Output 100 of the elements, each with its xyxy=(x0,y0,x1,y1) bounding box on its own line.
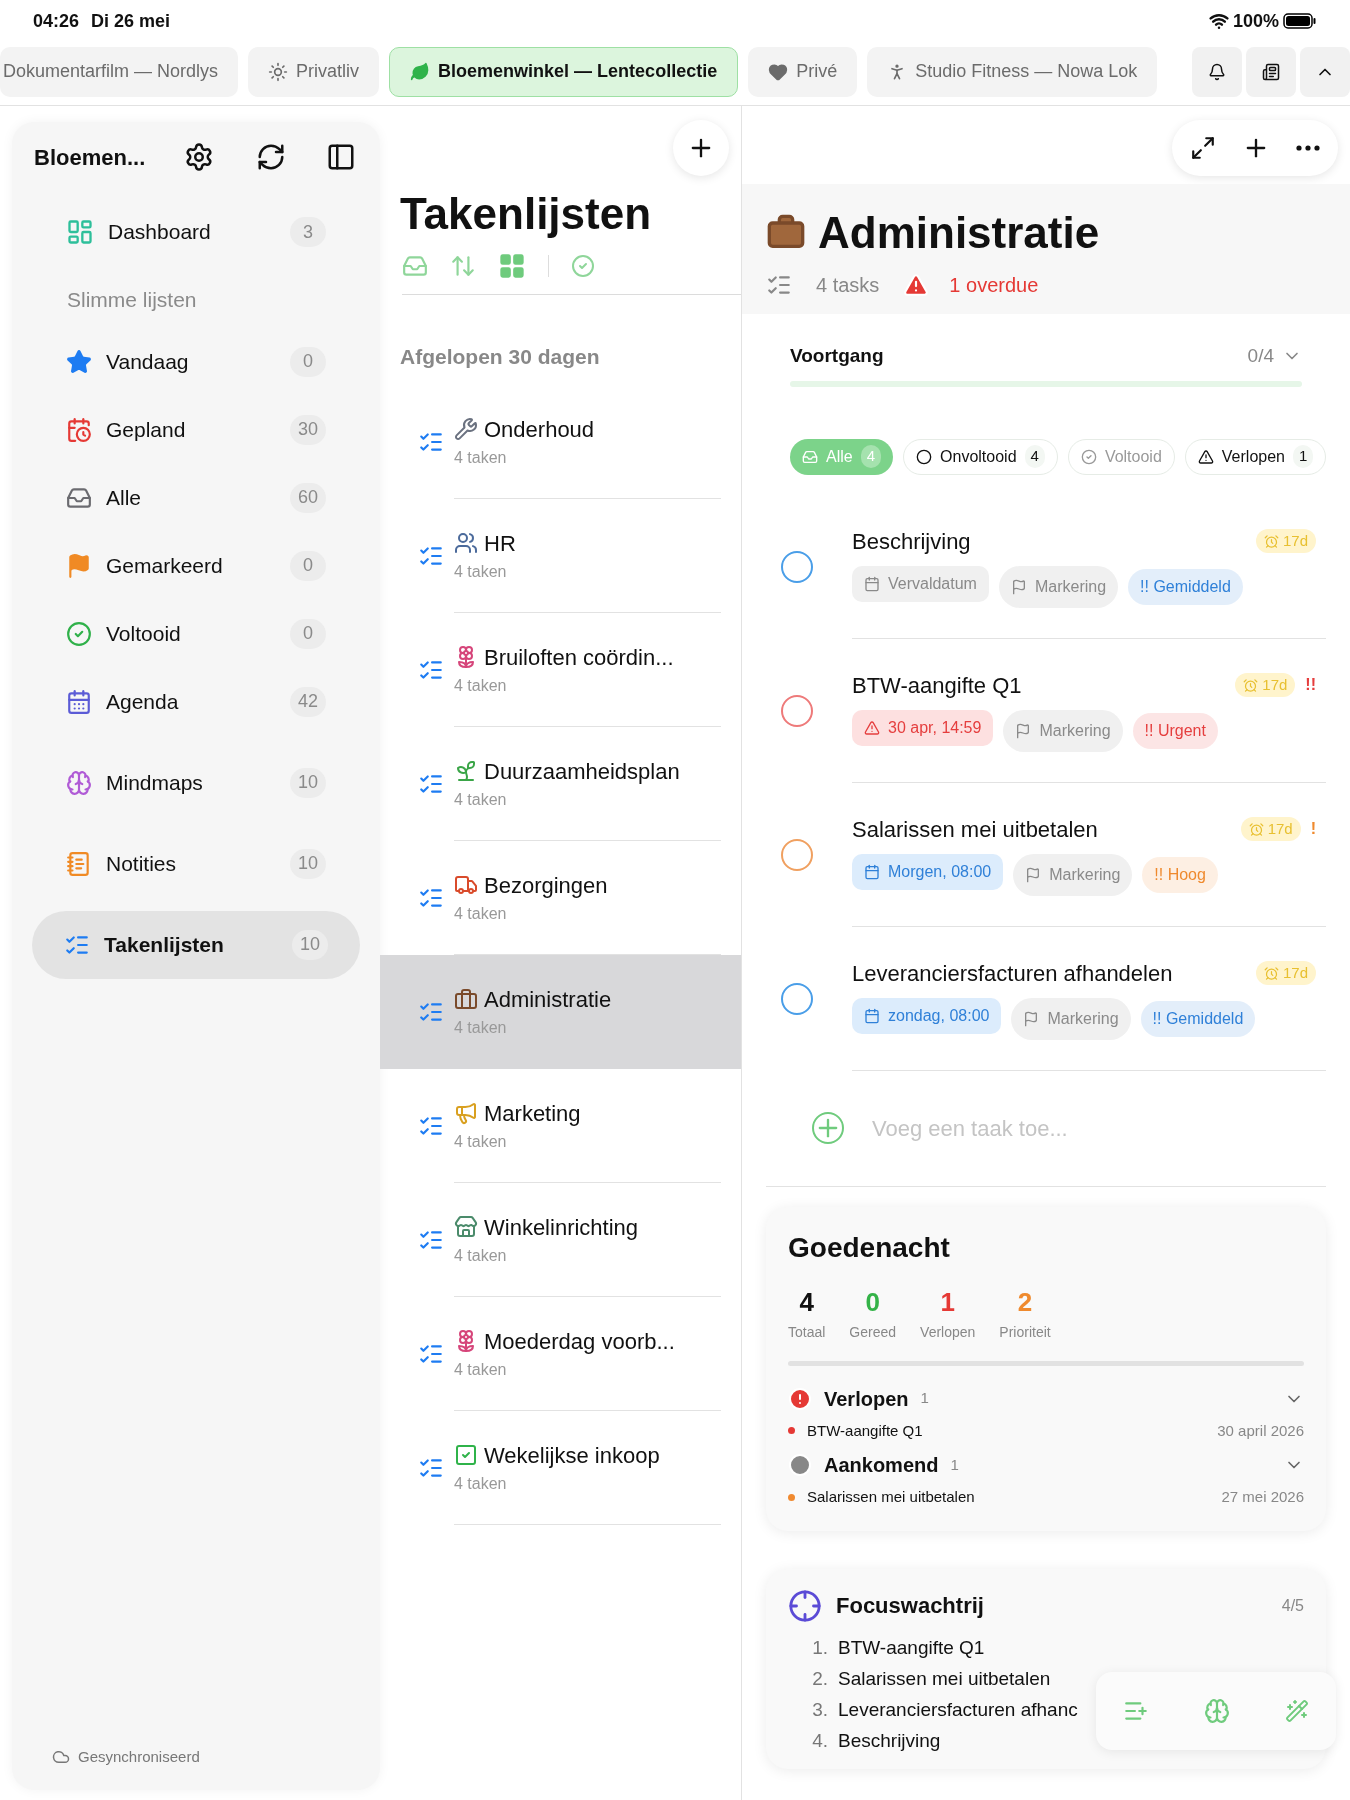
sort-button[interactable] xyxy=(450,253,476,279)
sync-status: Gesynchroniseerd xyxy=(78,1746,200,1767)
item-number: 1. xyxy=(811,1635,828,1660)
warning-icon xyxy=(1197,448,1214,465)
megaphone-icon xyxy=(454,1101,478,1125)
age-badge: 17d xyxy=(1255,961,1316,985)
warning-icon xyxy=(903,272,930,298)
count-badge: 42 xyxy=(289,686,326,717)
tab[interactable]: Studio Fitness — Nowa Lok xyxy=(867,46,1158,97)
group-count: 1 xyxy=(950,1454,959,1475)
calendar-icon xyxy=(864,575,880,592)
task-checkbox[interactable] xyxy=(781,694,813,727)
date-chip: Vervaldatum xyxy=(852,565,989,602)
sidebar-item[interactable]: Takenlijsten 10 xyxy=(32,910,360,979)
focus-item: Salarissen mei uitbetalen xyxy=(838,1666,1051,1691)
sidebar-toggle-button[interactable] xyxy=(326,142,356,172)
reader-button[interactable] xyxy=(1246,46,1296,97)
more-button[interactable] xyxy=(1296,145,1320,151)
layout-button[interactable] xyxy=(498,252,526,280)
calendar-icon xyxy=(66,416,92,443)
truck-icon xyxy=(454,873,478,897)
inbox-button[interactable] xyxy=(402,253,428,279)
sidebar-item[interactable]: Alle 60 xyxy=(34,463,358,532)
task-checkbox[interactable] xyxy=(781,982,813,1015)
flag-chip: Markering xyxy=(1011,997,1131,1040)
list-name: Onderhoud xyxy=(484,415,595,444)
count-badge: 10 xyxy=(289,767,326,798)
completed-button[interactable] xyxy=(571,254,595,278)
calendar-icon xyxy=(864,1007,880,1024)
add-list-button[interactable] xyxy=(673,120,729,176)
sidebar-item[interactable]: Gemarkeerd 0 xyxy=(34,531,358,600)
task-title: Leveranciersfacturen afhandelen xyxy=(852,959,1173,988)
section-heading: Slimme lijsten xyxy=(67,287,198,313)
sidebar-item[interactable]: Mindmaps 10 xyxy=(34,748,358,817)
list-item[interactable]: HR 4 taken xyxy=(380,498,741,613)
add-task-field[interactable]: Voeg een taak toe... xyxy=(872,1111,1326,1145)
dashboard-icon xyxy=(66,218,94,246)
task-count: 4 taken xyxy=(454,903,508,924)
tab[interactable]: Bloemenwinkel — Lentecollectie xyxy=(389,46,739,97)
count-badge: 10 xyxy=(289,848,326,879)
priority-mark: !! xyxy=(1305,675,1316,695)
count-badge: 10 xyxy=(291,929,328,960)
item-name: BTW-aangifte Q1 xyxy=(807,1420,923,1441)
list-item[interactable]: Winkelinrichting 4 taken xyxy=(380,1182,741,1297)
age-badge: 17d xyxy=(1235,673,1296,697)
stat-value: 4 xyxy=(799,1285,814,1319)
task-count: 4 taken xyxy=(454,789,508,810)
list-item[interactable]: Administratie 4 taken xyxy=(380,954,741,1069)
age-badge: 17d xyxy=(1240,817,1301,841)
list-item[interactable]: Bezorgingen 4 taken xyxy=(380,840,741,955)
tab[interactable]: Privatliv xyxy=(248,46,380,97)
list-item[interactable]: Moederdag voorb... 4 taken xyxy=(380,1296,741,1411)
magic-button[interactable] xyxy=(1284,1699,1309,1723)
count-badge: 0 xyxy=(290,618,326,649)
star-icon xyxy=(66,348,92,375)
magic-wand-icon xyxy=(1284,1699,1309,1723)
group-title: Aankomend xyxy=(824,1453,939,1478)
tray-icon xyxy=(402,253,428,279)
tab[interactable]: Privé xyxy=(748,46,858,97)
priority-chip: !! Urgent xyxy=(1132,712,1218,749)
task-count: 4 taken xyxy=(454,1359,508,1380)
task-checkbox[interactable] xyxy=(781,838,813,871)
sidebar-item[interactable]: Gepland 30 xyxy=(34,395,358,464)
battery-icon xyxy=(1283,13,1317,29)
focus-count: 4/5 xyxy=(1281,1595,1304,1616)
list-item[interactable]: Onderhoud 4 taken xyxy=(380,384,741,499)
circle-icon xyxy=(916,448,933,465)
sidebar-item[interactable]: Voltooid 0 xyxy=(34,599,358,668)
stat-label: Totaal xyxy=(788,1322,826,1342)
shop-icon xyxy=(454,1215,478,1239)
sidebar-item[interactable]: Dashboard 3 xyxy=(34,202,358,262)
list-name: HR xyxy=(484,529,516,558)
focus-item: Beschrijving xyxy=(838,1728,941,1753)
crosshair-icon xyxy=(788,1588,822,1623)
wrench-icon xyxy=(454,417,478,441)
list-item[interactable]: Wekelijkse inkoop 4 taken xyxy=(380,1410,741,1525)
task-checkbox[interactable] xyxy=(781,550,813,583)
item-number: 3. xyxy=(811,1697,828,1722)
settings-button[interactable] xyxy=(184,142,214,172)
item-number: 4. xyxy=(811,1728,828,1753)
list-item[interactable]: Bruiloften coördin... 4 taken xyxy=(380,612,741,727)
wifi-icon xyxy=(1208,11,1229,31)
stat-label: Gereed xyxy=(849,1322,897,1342)
mindmap-button[interactable] xyxy=(1204,1698,1230,1724)
count-badge: 0 xyxy=(290,346,326,377)
sync-button[interactable] xyxy=(256,142,286,172)
brain-icon xyxy=(66,769,92,796)
card-title: Goedenacht xyxy=(788,1231,950,1263)
sidebar-item[interactable]: Agenda 42 xyxy=(34,667,358,736)
sidebar-item[interactable]: Notities 10 xyxy=(34,829,358,898)
item-number: 2. xyxy=(811,1666,828,1691)
notes-icon xyxy=(66,850,92,877)
notifications-button[interactable] xyxy=(1192,46,1242,97)
task-count: 4 taken xyxy=(454,675,508,696)
list-item[interactable]: Marketing 4 taken xyxy=(380,1068,741,1183)
list-item[interactable]: Duurzaamheidsplan 4 taken xyxy=(380,726,741,841)
bell-icon xyxy=(1208,62,1226,81)
tab[interactable]: Dokumentarfilm — Nordlys xyxy=(0,46,239,97)
sidebar-item[interactable]: Vandaag 0 xyxy=(34,327,358,396)
expand-button[interactable] xyxy=(1190,135,1216,161)
